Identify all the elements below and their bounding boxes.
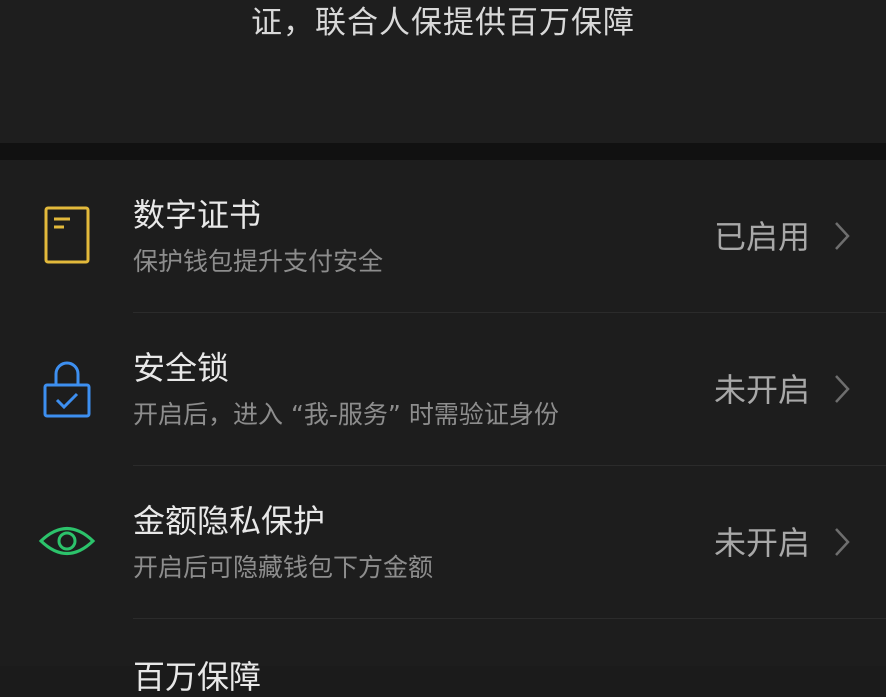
security-settings-list: 数字证书 保护钱包提升支付安全 已启用 安全锁 开启后，进入 “我-服务” 时需… xyxy=(0,160,886,696)
security-lock-row[interactable]: 安全锁 开启后，进入 “我-服务” 时需验证身份 未开启 xyxy=(0,313,886,466)
million-guarantee-title: 百万保障 xyxy=(133,658,262,696)
digital-certificate-status: 已启用 xyxy=(713,218,810,256)
million-guarantee-row[interactable]: 百万保障 xyxy=(0,619,886,696)
digital-certificate-subtitle: 保护钱包提升支付安全 xyxy=(133,247,384,276)
lock-icon xyxy=(36,357,98,419)
security-lock-title: 安全锁 xyxy=(133,349,230,387)
certificate-icon xyxy=(36,204,98,266)
digital-certificate-title: 数字证书 xyxy=(133,196,262,234)
security-lock-subtitle: 开启后，进入 “我-服务” 时需验证身份 xyxy=(133,400,559,429)
section-separator xyxy=(0,143,886,160)
chevron-right-icon xyxy=(835,375,850,403)
amount-privacy-status: 未开启 xyxy=(713,524,810,562)
chevron-right-icon xyxy=(835,528,850,556)
banner-text: 证，联合人保提供百万保障 xyxy=(251,5,635,41)
amount-privacy-subtitle: 开启后可隐藏钱包下方金额 xyxy=(133,553,434,582)
amount-privacy-row[interactable]: 金额隐私保护 开启后可隐藏钱包下方金额 未开启 xyxy=(0,466,886,619)
chevron-right-icon xyxy=(835,222,850,250)
eye-icon xyxy=(36,510,98,572)
security-lock-status: 未开启 xyxy=(713,371,810,409)
security-banner: 证，联合人保提供百万保障 xyxy=(0,0,886,143)
amount-privacy-title: 金额隐私保护 xyxy=(133,502,326,540)
digital-certificate-row[interactable]: 数字证书 保护钱包提升支付安全 已启用 xyxy=(0,160,886,313)
